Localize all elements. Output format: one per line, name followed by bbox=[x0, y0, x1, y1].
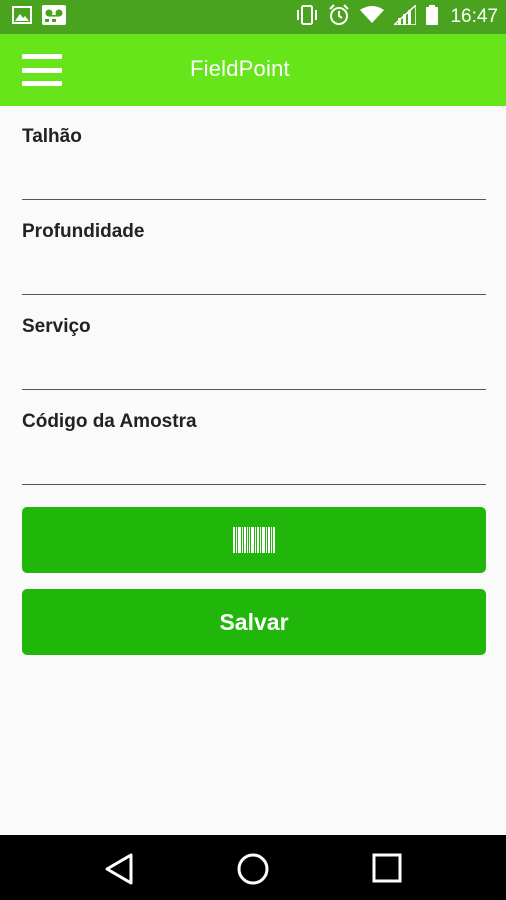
field-label-codigo-amostra: Código da Amostra bbox=[22, 411, 197, 432]
image-icon bbox=[12, 5, 32, 29]
back-icon[interactable] bbox=[104, 853, 134, 890]
menu-line bbox=[22, 54, 62, 59]
status-time: 16:47 bbox=[450, 6, 498, 27]
field-profundidade: Profundidade bbox=[0, 201, 506, 296]
menu-line bbox=[22, 67, 62, 73]
field-servico: Serviço bbox=[0, 296, 506, 391]
signal-icon bbox=[392, 2, 418, 30]
navigation-bar bbox=[0, 835, 506, 900]
menu-line bbox=[22, 81, 62, 86]
field-talhao: Talhão bbox=[0, 106, 506, 201]
barcode-icon bbox=[232, 527, 276, 553]
servico-input[interactable] bbox=[22, 346, 486, 390]
status-bar: 16:47 bbox=[0, 0, 506, 34]
battery-icon bbox=[426, 4, 439, 30]
profundidade-input[interactable] bbox=[22, 251, 486, 295]
scan-barcode-button[interactable] bbox=[22, 507, 486, 573]
codigo-amostra-input[interactable] bbox=[22, 441, 486, 485]
status-right: 16:47 bbox=[296, 2, 498, 31]
vibrate-icon bbox=[296, 4, 318, 30]
field-label-talhao: Talhão bbox=[22, 126, 82, 147]
recents-icon[interactable] bbox=[372, 853, 402, 888]
status-left bbox=[12, 4, 66, 30]
field-label-profundidade: Profundidade bbox=[22, 221, 145, 242]
talhao-input[interactable] bbox=[22, 156, 486, 200]
field-label-servico: Serviço bbox=[22, 316, 91, 337]
app-title: FieldPoint bbox=[190, 56, 290, 81]
home-icon[interactable] bbox=[236, 852, 270, 891]
hamburger-menu-icon[interactable] bbox=[22, 54, 62, 86]
voicemail-icon bbox=[42, 4, 66, 30]
save-button[interactable]: Salvar bbox=[22, 589, 486, 655]
alarm-icon bbox=[328, 3, 350, 31]
wifi-icon bbox=[360, 5, 385, 29]
app-bar: FieldPoint bbox=[0, 34, 506, 106]
sample-form: Talhão Profundidade Serviço Código da Am… bbox=[0, 106, 506, 486]
field-codigo-amostra: Código da Amostra bbox=[0, 391, 506, 486]
screen: 16:47 FieldPoint Talhão Profundidade Ser… bbox=[0, 0, 506, 900]
